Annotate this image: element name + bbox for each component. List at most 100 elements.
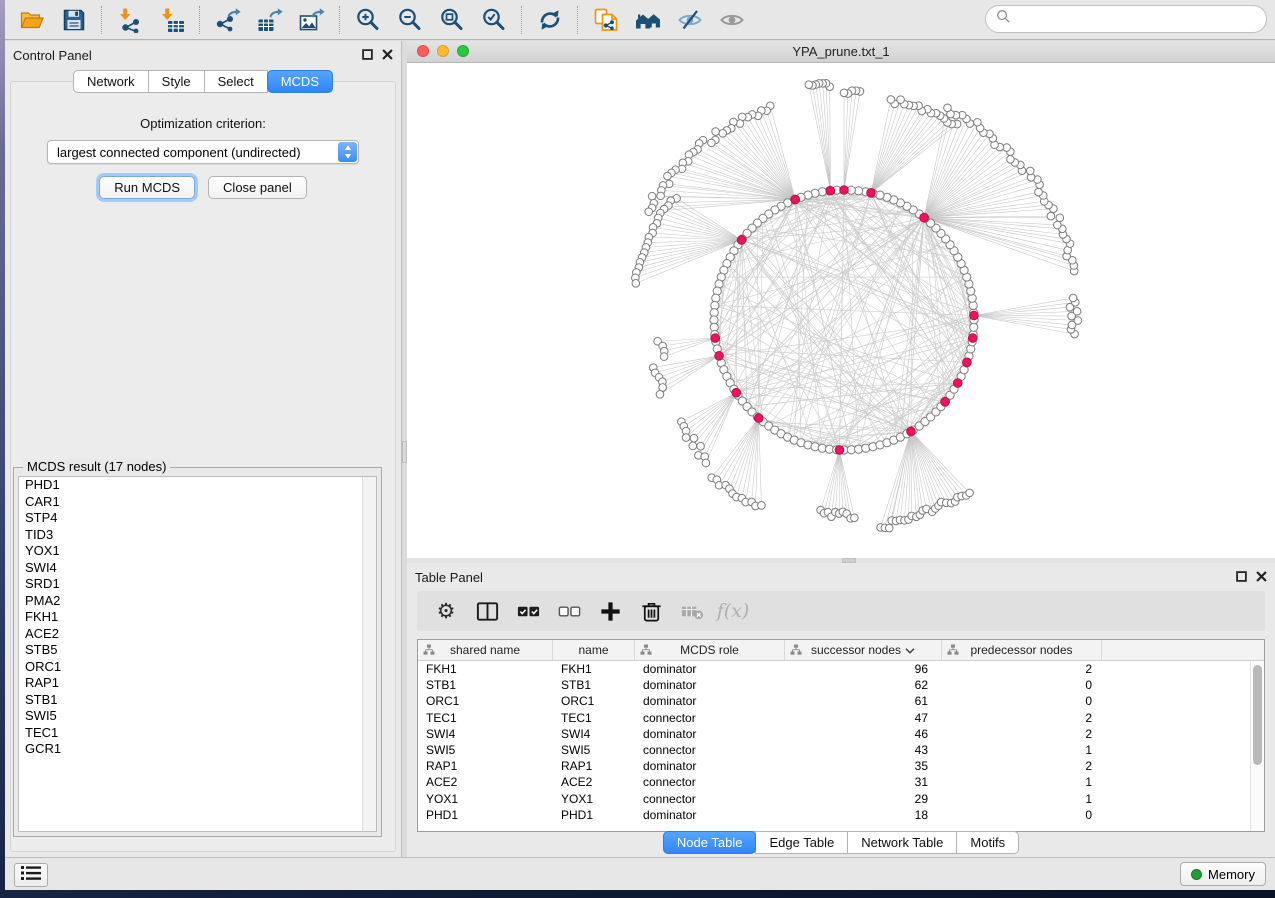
network-node[interactable] (712, 128, 720, 136)
mcds-result-item[interactable]: YOX1 (19, 543, 376, 560)
tab-style[interactable]: Style (148, 70, 205, 93)
dominator-node[interactable] (711, 334, 720, 343)
dominator-node[interactable] (968, 334, 977, 343)
column-header-shared-name[interactable]: shared name (418, 640, 553, 660)
dominator-node[interactable] (953, 379, 962, 388)
show-columns-button[interactable] (470, 595, 504, 627)
network-graph[interactable] (407, 62, 1275, 558)
mcds-result-item[interactable]: GCR1 (19, 741, 376, 758)
mcds-result-item[interactable]: PHD1 (19, 477, 376, 494)
network-node[interactable] (656, 391, 664, 399)
network-node[interactable] (1003, 144, 1011, 152)
network-node[interactable] (632, 279, 640, 287)
search-input[interactable] (1017, 9, 1256, 29)
dominator-node[interactable] (907, 427, 916, 436)
export-table-button[interactable] (252, 4, 288, 36)
network-window-titlebar[interactable]: YPA_prune.txt_1 (407, 41, 1275, 63)
dominator-node[interactable] (835, 446, 844, 455)
memory-button[interactable]: Memory (1180, 862, 1266, 886)
dominator-node[interactable] (715, 352, 724, 361)
network-node[interactable] (689, 442, 697, 450)
mcds-result-item[interactable]: STP4 (19, 510, 376, 527)
network-node[interactable] (840, 89, 848, 97)
hide-selected-button[interactable] (672, 4, 708, 36)
network-node[interactable] (887, 96, 895, 104)
apply-layout-button[interactable] (532, 4, 568, 36)
open-file-button[interactable] (14, 4, 50, 36)
network-node[interactable] (966, 489, 974, 497)
dominator-node[interactable] (840, 186, 849, 195)
network-node[interactable] (974, 118, 982, 126)
export-image-button[interactable] (294, 4, 330, 36)
network-node[interactable] (664, 172, 672, 180)
mcds-result-item[interactable]: SWI5 (19, 708, 376, 725)
table-mode-button[interactable]: ⚙ (429, 595, 463, 627)
export-network-button[interactable] (210, 4, 246, 36)
first-neighbors-button[interactable] (630, 4, 666, 36)
zoom-out-button[interactable] (392, 4, 428, 36)
zoom-selected-button[interactable] (476, 4, 512, 36)
network-node[interactable] (758, 502, 766, 510)
network-node[interactable] (1026, 167, 1034, 175)
table-row[interactable]: TEC1TEC1connector472 (418, 710, 1264, 726)
delete-columns-button[interactable] (634, 595, 668, 627)
mcds-result-item[interactable]: SRD1 (19, 576, 376, 593)
network-node[interactable] (1056, 214, 1064, 222)
tab-edge-table[interactable]: Edge Table (755, 831, 848, 854)
network-node[interactable] (851, 514, 859, 522)
column-header-name[interactable]: name (553, 640, 635, 660)
mcds-result-list[interactable]: PHD1CAR1STP4TID3YOX1SWI4SRD1PMA2FKH1ACE2… (18, 476, 377, 832)
mcds-result-item[interactable]: RAP1 (19, 675, 376, 692)
mcds-result-item[interactable]: ORC1 (19, 659, 376, 676)
mcds-result-item[interactable]: TID3 (19, 527, 376, 544)
clone-network-button[interactable] (588, 4, 624, 36)
select-all-rows-button[interactable] (511, 595, 545, 627)
dominator-node[interactable] (737, 236, 746, 245)
column-header-predecessor-nodes[interactable]: predecessor nodes (942, 640, 1102, 660)
network-node[interactable] (702, 459, 710, 467)
table-row[interactable]: PHD1PHD1dominator180 (418, 807, 1264, 823)
dominator-node[interactable] (732, 388, 741, 397)
deselect-all-rows-button[interactable] (552, 595, 586, 627)
dominator-node[interactable] (867, 189, 876, 198)
mcds-list-scrollbar[interactable] (362, 477, 376, 831)
zoom-fit-button[interactable] (434, 4, 470, 36)
mcds-result-item[interactable]: FKH1 (19, 609, 376, 626)
network-node[interactable] (1035, 188, 1043, 196)
dominator-node[interactable] (941, 398, 950, 407)
column-header-mcds-role[interactable]: MCDS role (635, 640, 785, 660)
tab-select[interactable]: Select (204, 70, 268, 93)
show-hidden-button[interactable] (714, 4, 750, 36)
network-node[interactable] (805, 81, 813, 89)
network-node[interactable] (645, 208, 653, 216)
network-node[interactable] (885, 524, 893, 532)
network-canvas[interactable] (407, 62, 1275, 558)
network-node[interactable] (660, 353, 668, 361)
float-panel-icon[interactable] (1236, 571, 1247, 582)
mcds-result-item[interactable]: CAR1 (19, 494, 376, 511)
network-node[interactable] (1073, 308, 1081, 316)
network-node[interactable] (1007, 155, 1015, 163)
minimize-window-icon[interactable] (437, 45, 449, 57)
tab-network[interactable]: Network (73, 70, 149, 93)
column-header-successor-nodes[interactable]: successor nodes (785, 640, 942, 660)
float-panel-icon[interactable] (362, 49, 373, 60)
mcds-result-item[interactable]: ACE2 (19, 626, 376, 643)
table-row[interactable]: STB1STB1dominator620 (418, 677, 1264, 693)
criterion-dropdown[interactable]: largest connected component (undirected) (47, 140, 359, 164)
run-mcds-button[interactable]: Run MCDS (99, 176, 195, 199)
zoom-in-button[interactable] (350, 4, 386, 36)
table-row[interactable]: SWI5SWI5connector431 (418, 742, 1264, 758)
delete-table-button[interactable] (675, 595, 709, 627)
network-node[interactable] (719, 129, 727, 137)
create-column-button[interactable] (593, 595, 627, 627)
table-row[interactable]: ORC1ORC1dominator610 (418, 693, 1264, 709)
table-scrollbar-thumb[interactable] (1253, 665, 1262, 765)
maximize-window-icon[interactable] (457, 45, 469, 57)
table-row[interactable]: YOX1YOX1connector291 (418, 791, 1264, 807)
mcds-result-item[interactable]: PMA2 (19, 593, 376, 610)
import-table-button[interactable] (154, 4, 190, 36)
close-window-icon[interactable] (417, 45, 429, 57)
network-node[interactable] (682, 434, 690, 442)
table-row[interactable]: SWI4SWI4dominator462 (418, 726, 1264, 742)
